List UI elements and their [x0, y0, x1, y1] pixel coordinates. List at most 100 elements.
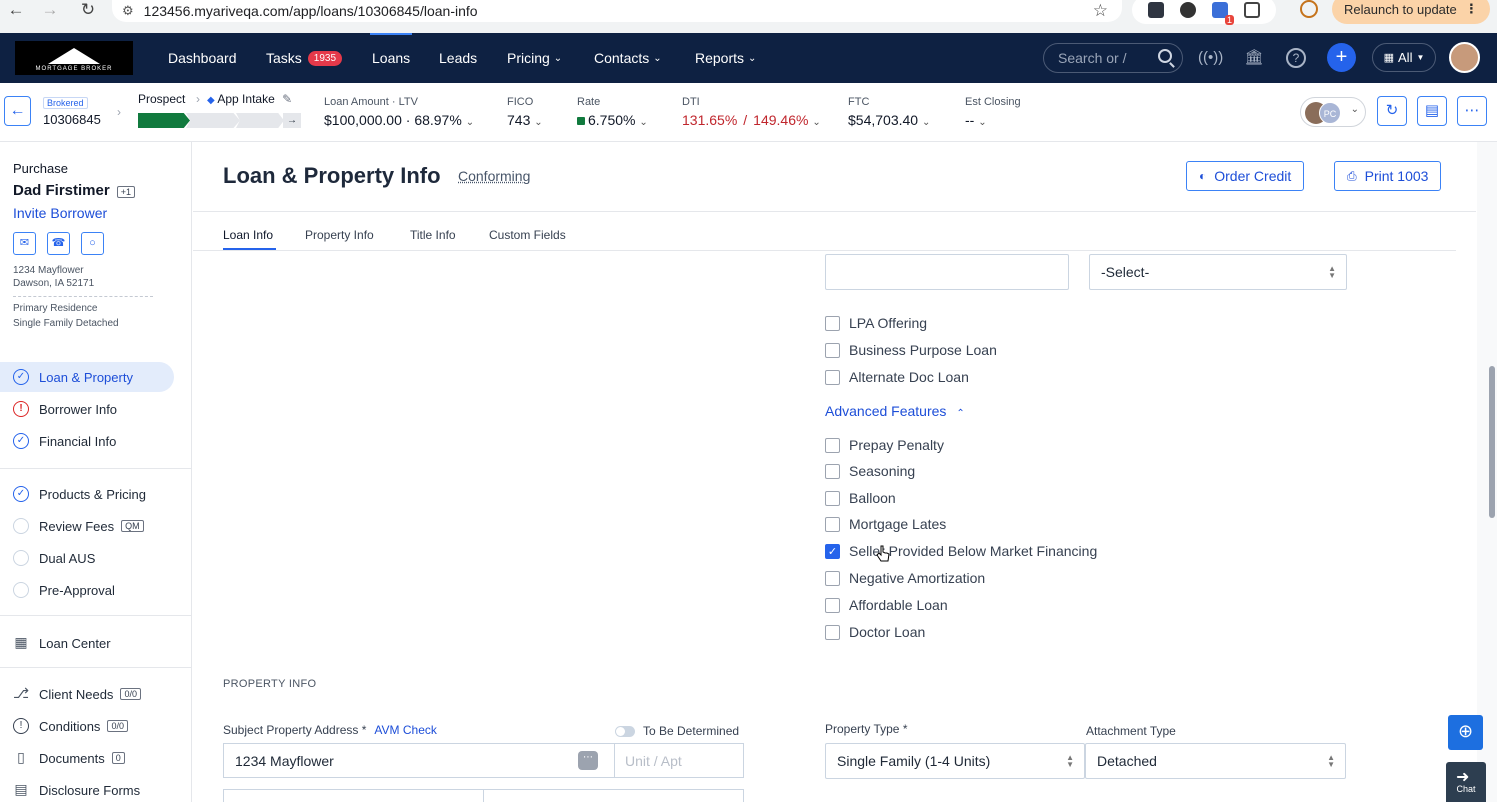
search-icon[interactable]: [1158, 49, 1172, 63]
refresh-button[interactable]: ↻: [1377, 96, 1407, 126]
checkbox-alternate-doc-loan[interactable]: Alternate Doc Loan: [825, 369, 969, 385]
checkbox[interactable]: [825, 516, 840, 532]
checkbox-lpa-offering[interactable]: LPA Offering: [825, 315, 927, 331]
scope-select[interactable]: ▦ All ▼: [1372, 43, 1436, 72]
sidebar-item-borrower-info[interactable]: ! Borrower Info: [0, 394, 174, 424]
scrollbar-thumb[interactable]: [1489, 366, 1495, 518]
create-new-button[interactable]: +: [1327, 43, 1356, 72]
chat-button[interactable]: ➜ Chat: [1446, 762, 1486, 802]
print-1003-button[interactable]: ⎙ Print 1003: [1334, 161, 1442, 191]
nav-reports[interactable]: Reports ⌄: [695, 33, 756, 83]
nav-pricing[interactable]: Pricing ⌄: [507, 33, 562, 83]
checkbox[interactable]: [825, 315, 840, 331]
sidebar-item-pre-approval[interactable]: Pre-Approval: [0, 575, 174, 605]
more-options-button[interactable]: ⋯: [1457, 96, 1487, 126]
site-settings-icon[interactable]: ⚙: [122, 3, 134, 19]
message-icon[interactable]: ○: [81, 232, 104, 255]
checkbox-seasoning[interactable]: Seasoning: [825, 463, 915, 479]
address-bar[interactable]: ⚙ 123456.myariveqa.com/app/loans/1030684…: [112, 0, 1122, 22]
checkbox-seller-provided-financing[interactable]: ✓ Seller Provided Below Market Financing: [825, 543, 1097, 559]
loan-stage[interactable]: Prospect: [138, 92, 185, 106]
checkbox[interactable]: [825, 570, 840, 586]
checkbox[interactable]: [825, 437, 840, 453]
checkbox-checked[interactable]: ✓: [825, 543, 840, 559]
tab-custom-fields[interactable]: Custom Fields: [489, 228, 566, 242]
select-dropdown[interactable]: -Select- ▲ ▼: [1089, 254, 1347, 290]
fico-value[interactable]: 743 ⌄: [507, 112, 543, 128]
back-arrow-icon[interactable]: ←: [2, 0, 30, 20]
sidebar-item-loan-center[interactable]: ▦ Loan Center: [0, 628, 174, 658]
checkbox-mortgage-lates[interactable]: Mortgage Lates: [825, 516, 946, 532]
nav-tasks[interactable]: Tasks 1935: [266, 33, 343, 83]
nav-dashboard[interactable]: Dashboard: [168, 33, 237, 83]
loan-substage[interactable]: ◆ App Intake ✎: [207, 92, 292, 106]
checkbox-prepay-penalty[interactable]: Prepay Penalty: [825, 437, 944, 453]
extension-gear-icon[interactable]: [1180, 2, 1196, 18]
nav-loans[interactable]: Loans: [369, 33, 413, 83]
sidebar-item-documents[interactable]: ▯ Documents 0: [0, 743, 174, 773]
bookmark-star-icon[interactable]: ☆: [1093, 1, 1108, 21]
user-avatar[interactable]: [1449, 42, 1480, 73]
profile-icon[interactable]: [1300, 0, 1318, 18]
loan-type-link[interactable]: Conforming: [458, 168, 530, 184]
unit-apt-input[interactable]: Unit / Apt: [614, 743, 744, 778]
checkbox-business-purpose-loan[interactable]: Business Purpose Loan: [825, 342, 997, 358]
relaunch-button[interactable]: Relaunch to update ⋮: [1332, 0, 1490, 24]
avm-check-link[interactable]: AVM Check: [374, 723, 436, 737]
broadcast-icon[interactable]: ((•)): [1198, 46, 1223, 70]
add-floating-button[interactable]: ⊕: [1448, 715, 1483, 750]
city-input[interactable]: [223, 789, 484, 802]
loan-amount-value[interactable]: $100,000.00 · 68.97% ⌄: [324, 112, 474, 128]
rate-value[interactable]: 6.750% ⌄: [577, 112, 648, 128]
puzzle-icon[interactable]: [1244, 2, 1260, 18]
extension-badge-icon[interactable]: 1: [1212, 2, 1234, 25]
sidebar-item-loan-property[interactable]: ✓ Loan & Property: [0, 362, 174, 392]
progress-next-arrow-icon[interactable]: →: [283, 113, 301, 128]
global-search-input[interactable]: Search or /: [1043, 43, 1183, 73]
checkbox[interactable]: [825, 624, 840, 640]
tab-loan-info[interactable]: Loan Info: [223, 228, 273, 242]
sidebar-item-financial-info[interactable]: ✓ Financial Info: [0, 426, 174, 456]
sidebar-item-dual-aus[interactable]: Dual AUS: [0, 543, 174, 573]
dti-value[interactable]: 131.65% / 149.46% ⌄: [682, 112, 821, 128]
more-dots-icon[interactable]: ⋯: [578, 751, 598, 770]
back-to-loans-button[interactable]: ←: [4, 96, 31, 126]
more-vertical-icon[interactable]: ⋮: [1465, 1, 1478, 17]
attachment-type-select[interactable]: Detached ▲ ▼: [1085, 743, 1346, 779]
checkbox[interactable]: [825, 342, 840, 358]
forward-arrow-icon[interactable]: →: [36, 0, 64, 20]
checkbox[interactable]: [825, 490, 840, 506]
sidebar-item-disclosure-forms[interactable]: ▤ Disclosure Forms: [0, 775, 174, 802]
extension-icon[interactable]: [1148, 2, 1164, 18]
nav-contacts[interactable]: Contacts ⌄: [594, 33, 662, 83]
reload-icon[interactable]: ↻: [74, 0, 102, 20]
tab-title-info[interactable]: Title Info: [410, 228, 456, 242]
borrower-name[interactable]: Dad Firstimer +1: [13, 182, 135, 199]
sidebar-item-products-pricing[interactable]: ✓ Products & Pricing: [0, 479, 174, 509]
checkbox[interactable]: [825, 369, 840, 385]
to-be-determined-toggle[interactable]: [615, 726, 635, 737]
phone-icon[interactable]: ☎: [47, 232, 70, 255]
order-credit-button[interactable]: ◐ Order Credit: [1186, 161, 1305, 191]
address-input[interactable]: 1234 Mayflower: [223, 743, 614, 778]
email-icon[interactable]: ✉: [13, 232, 36, 255]
help-icon[interactable]: ?: [1286, 48, 1306, 68]
property-type-select[interactable]: Single Family (1-4 Units) ▲ ▼: [825, 743, 1085, 779]
pencil-icon[interactable]: ✎: [282, 92, 292, 106]
checkbox-balloon[interactable]: Balloon: [825, 490, 896, 506]
sidebar-item-review-fees[interactable]: Review Fees QM: [0, 511, 174, 541]
sidebar-item-client-needs[interactable]: ⎇ Client Needs 0/0: [0, 679, 174, 709]
checkbox[interactable]: [825, 597, 840, 613]
state-input[interactable]: [483, 789, 744, 802]
team-avatars[interactable]: PC ⌄: [1300, 97, 1366, 127]
est-closing-value[interactable]: -- ⌄: [965, 112, 987, 128]
invite-borrower-link[interactable]: Invite Borrower: [13, 205, 107, 221]
sidebar-item-conditions[interactable]: ! Conditions 0/0: [0, 711, 174, 741]
comments-button[interactable]: ▤: [1417, 96, 1447, 126]
checkbox-affordable-loan[interactable]: Affordable Loan: [825, 597, 948, 613]
checkbox[interactable]: [825, 463, 840, 479]
bank-icon[interactable]: 🏛: [1242, 46, 1266, 70]
text-field[interactable]: [825, 254, 1069, 290]
checkbox-doctor-loan[interactable]: Doctor Loan: [825, 624, 925, 640]
advanced-features-toggle[interactable]: Advanced Features ⌃: [825, 403, 965, 419]
